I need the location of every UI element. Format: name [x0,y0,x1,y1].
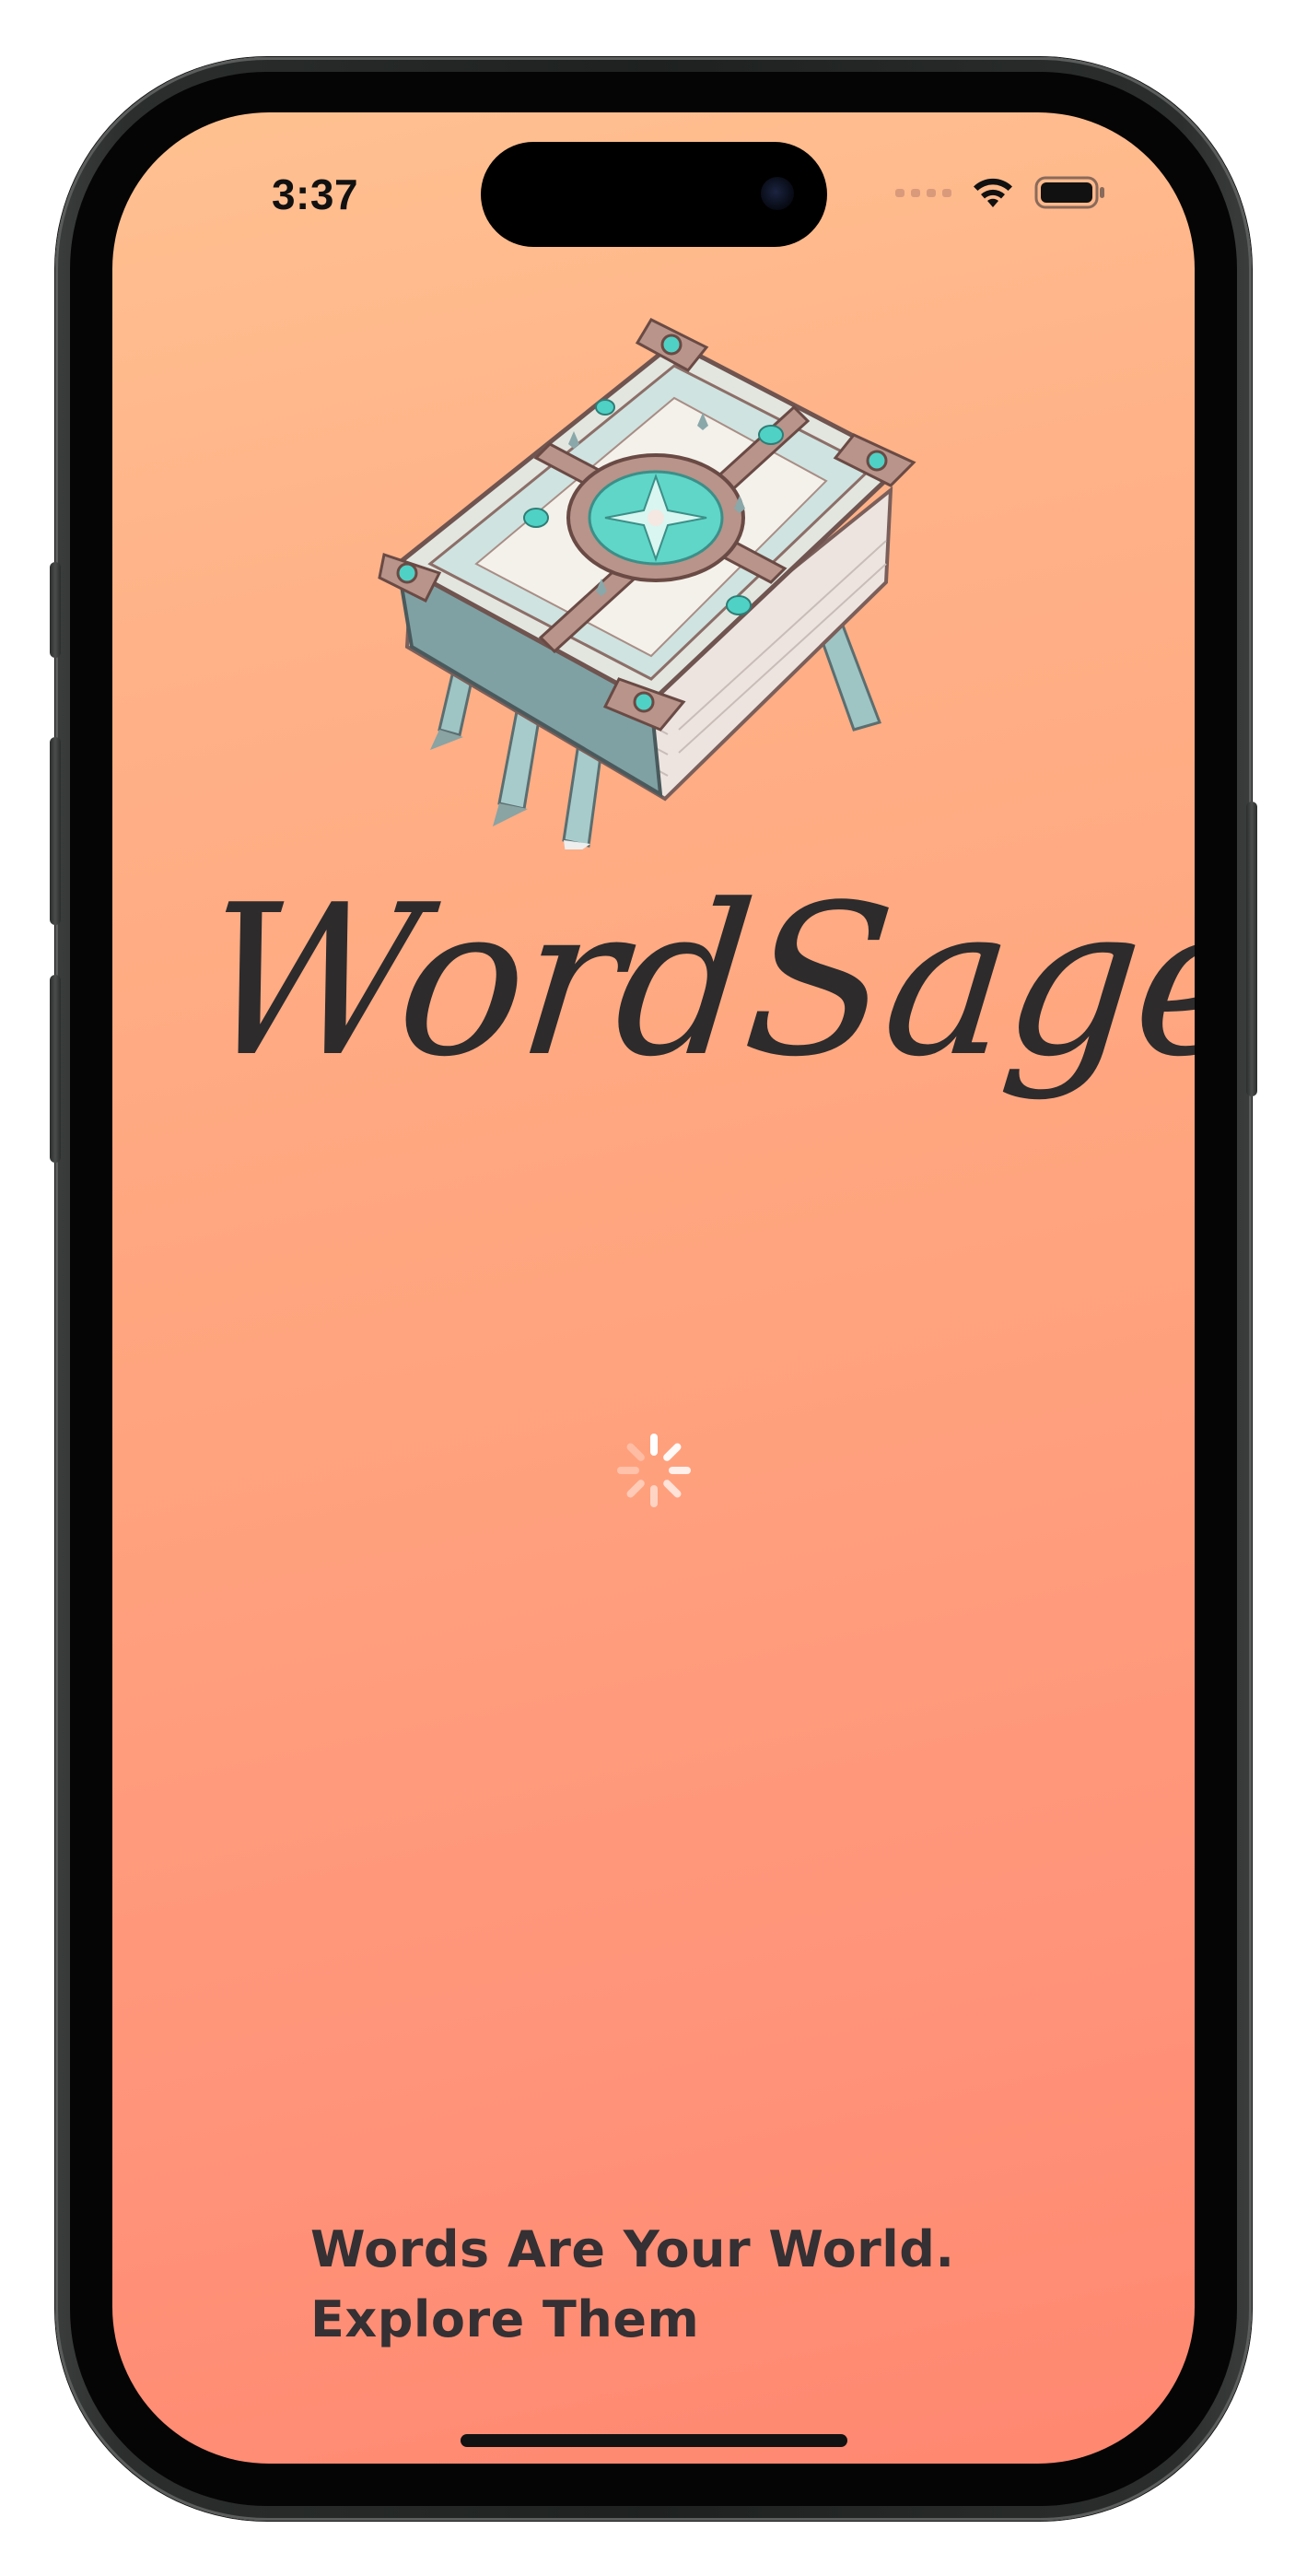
cellular-signal-icon [895,188,951,197]
status-icons [895,170,1106,216]
volume-up-button [50,737,61,925]
tagline-line-1: Words Are Your World. [310,2220,955,2278]
action-button [50,562,61,658]
camera-icon [761,177,794,210]
app-title: WordSage [192,861,1195,1103]
loading-spinner-icon [613,1430,694,1511]
home-indicator[interactable] [461,2434,847,2447]
wifi-icon [970,174,1016,211]
tagline-line-2: Explore Them [310,2290,700,2348]
ornate-book-icon [375,297,928,861]
power-button [1246,802,1257,1096]
tagline: Words Are Your World. Explore Them [310,2215,1047,2355]
splash-screen: 3:37 WordSage Words Are Your World. Expl… [112,112,1195,2464]
volume-down-button [50,975,61,1163]
status-time: 3:37 [271,170,359,218]
battery-icon [1034,175,1106,210]
dynamic-island [481,142,827,247]
